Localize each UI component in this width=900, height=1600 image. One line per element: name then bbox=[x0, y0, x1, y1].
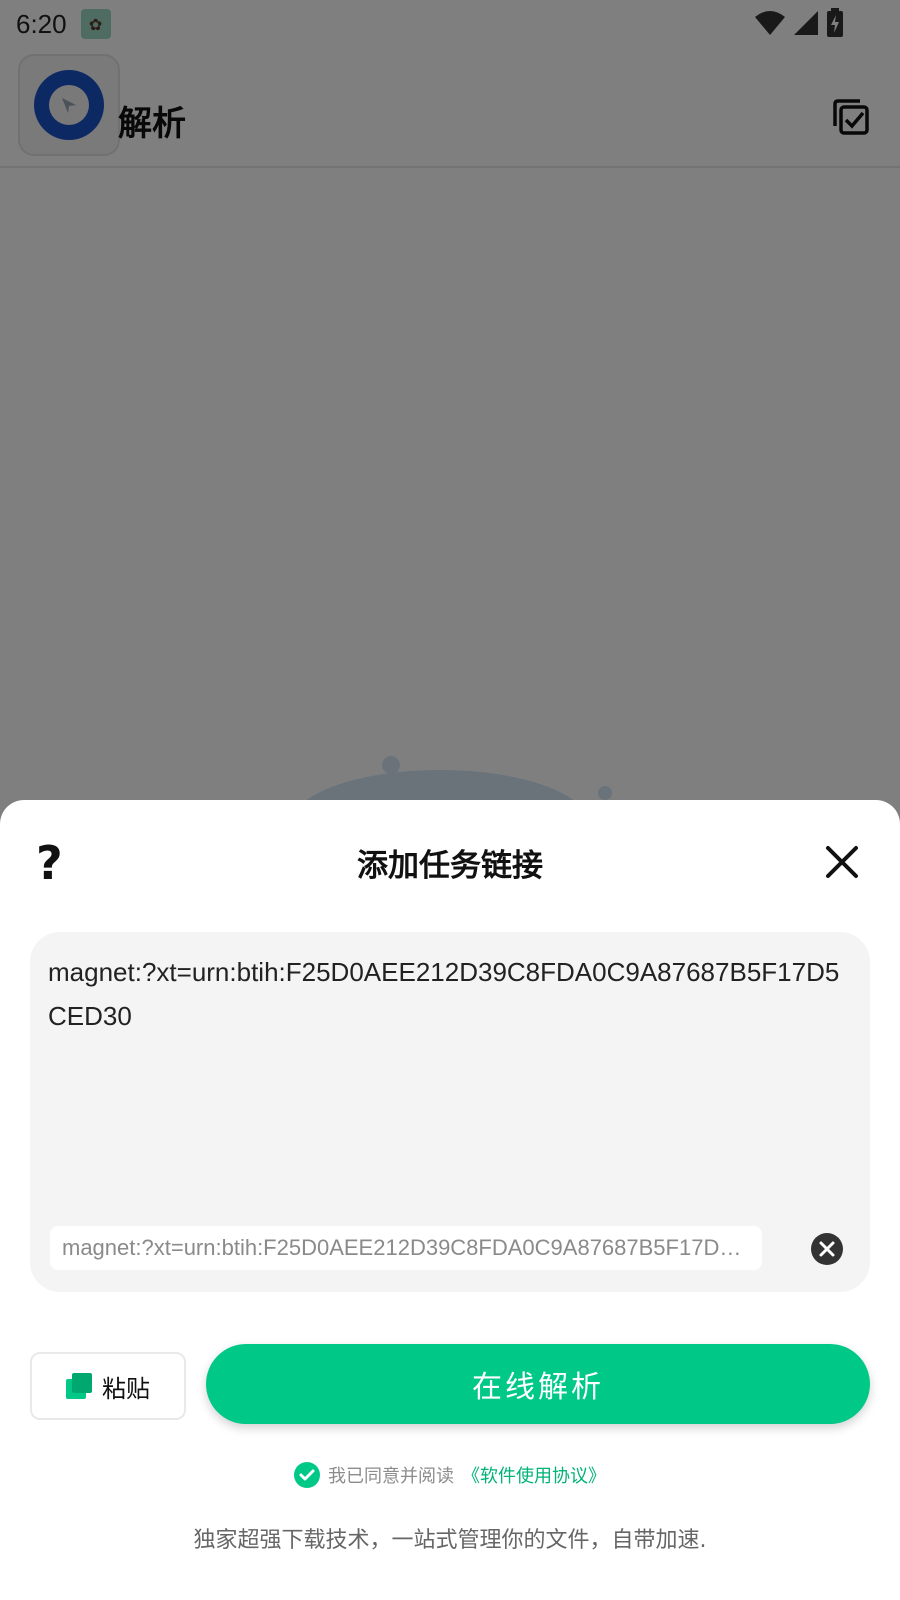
check-circle-icon[interactable] bbox=[294, 1462, 320, 1488]
agreement-link[interactable]: 《软件使用协议》 bbox=[462, 1462, 606, 1488]
add-task-sheet: ? 添加任务链接 magnet:?xt=urn:btih:F25D0AEE212… bbox=[0, 800, 900, 1600]
sheet-title: 添加任务链接 bbox=[357, 848, 543, 884]
paste-label: 粘贴 bbox=[102, 1374, 150, 1403]
agreement-row: 我已同意并阅读 《软件使用协议》 bbox=[0, 1462, 900, 1488]
clear-circle-icon[interactable] bbox=[810, 1232, 844, 1266]
link-input[interactable] bbox=[48, 950, 858, 1200]
online-parse-button[interactable]: 在线解析 bbox=[206, 1344, 870, 1424]
link-input-box: magnet:?xt=urn:btih:F25D0AEE212D39C8FDA0… bbox=[30, 932, 870, 1292]
close-icon[interactable] bbox=[824, 844, 860, 880]
clipboard-suggestion[interactable]: magnet:?xt=urn:btih:F25D0AEE212D39C8FDA0… bbox=[50, 1226, 762, 1270]
paste-icon bbox=[66, 1373, 92, 1399]
paste-button[interactable]: 粘贴 bbox=[30, 1352, 186, 1420]
agreement-text: 我已同意并阅读 bbox=[328, 1466, 454, 1487]
footer-tagline: 独家超强下载技术，一站式管理你的文件，自带加速. bbox=[193, 1528, 707, 1553]
